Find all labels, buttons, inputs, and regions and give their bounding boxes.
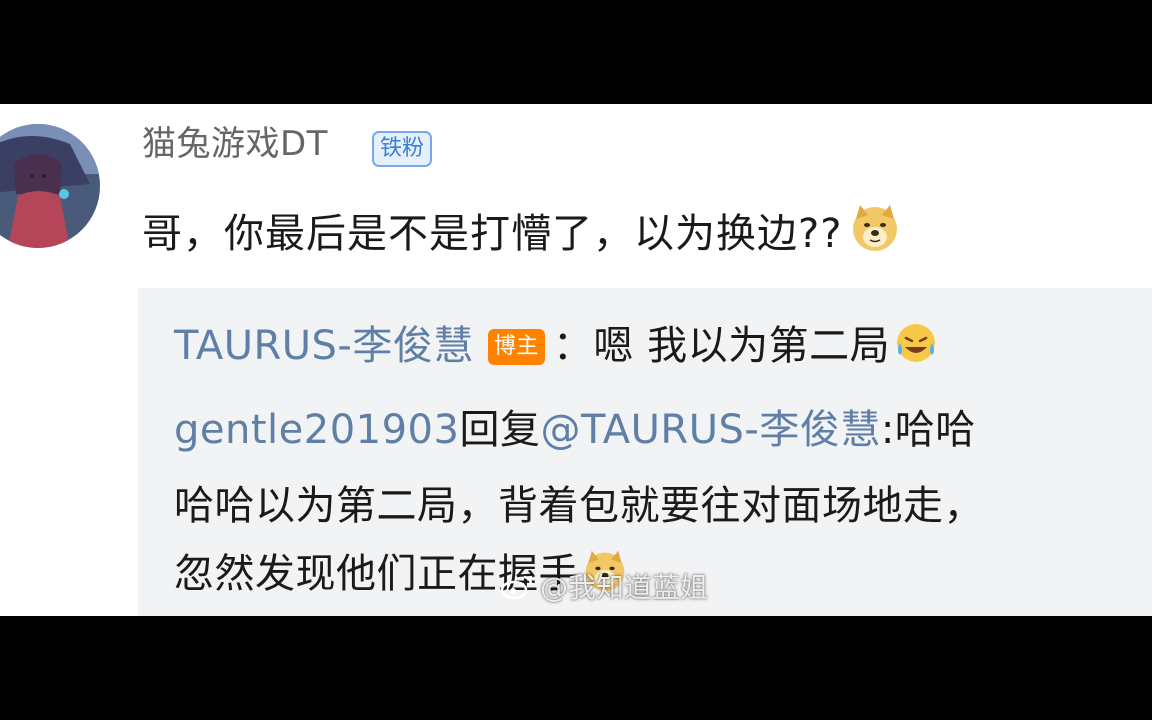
blogger-badge: 博主 bbox=[487, 329, 545, 365]
reply-text-line: 哈哈以为第二局，背着包就要往对面场地走， bbox=[174, 483, 984, 529]
reply-text: ：嗯 我以为第二局 bbox=[552, 323, 891, 369]
avatar[interactable] bbox=[0, 124, 100, 248]
watermark-text: @我知道蓝姐 bbox=[540, 571, 709, 604]
reply-author-link[interactable]: gentle201903 bbox=[174, 407, 459, 453]
reply-word: 回复 bbox=[459, 407, 541, 453]
video-frame: 猫兔游戏DT 铁粉 哥，你最后是不是打懵了，以为换边?? TAURUS-李俊慧博… bbox=[0, 0, 1152, 720]
reply-text: :哈哈 bbox=[880, 407, 976, 453]
reply-author-link[interactable]: TAURUS-李俊慧 bbox=[174, 323, 474, 369]
fan-badge: 铁粉 bbox=[372, 131, 433, 167]
reply-item: gentle201903回复@TAURUS-李俊慧:哈哈 bbox=[174, 400, 976, 460]
mention-link[interactable]: @TAURUS-李俊慧 bbox=[540, 407, 880, 453]
comment-text: 哥，你最后是不是打懵了，以为换边?? bbox=[142, 203, 900, 261]
comment-username[interactable]: 猫兔游戏DT bbox=[142, 124, 328, 164]
weibo-logo-icon bbox=[500, 574, 534, 600]
laugh-cry-emoji-icon bbox=[894, 321, 938, 365]
doge-emoji-icon bbox=[850, 203, 900, 253]
watermark: @我知道蓝姐 bbox=[500, 566, 708, 606]
comment-body: 哥，你最后是不是打懵了，以为换边?? bbox=[142, 211, 843, 257]
reply-item: TAURUS-李俊慧 博主 ：嗯 我以为第二局 bbox=[174, 316, 938, 376]
